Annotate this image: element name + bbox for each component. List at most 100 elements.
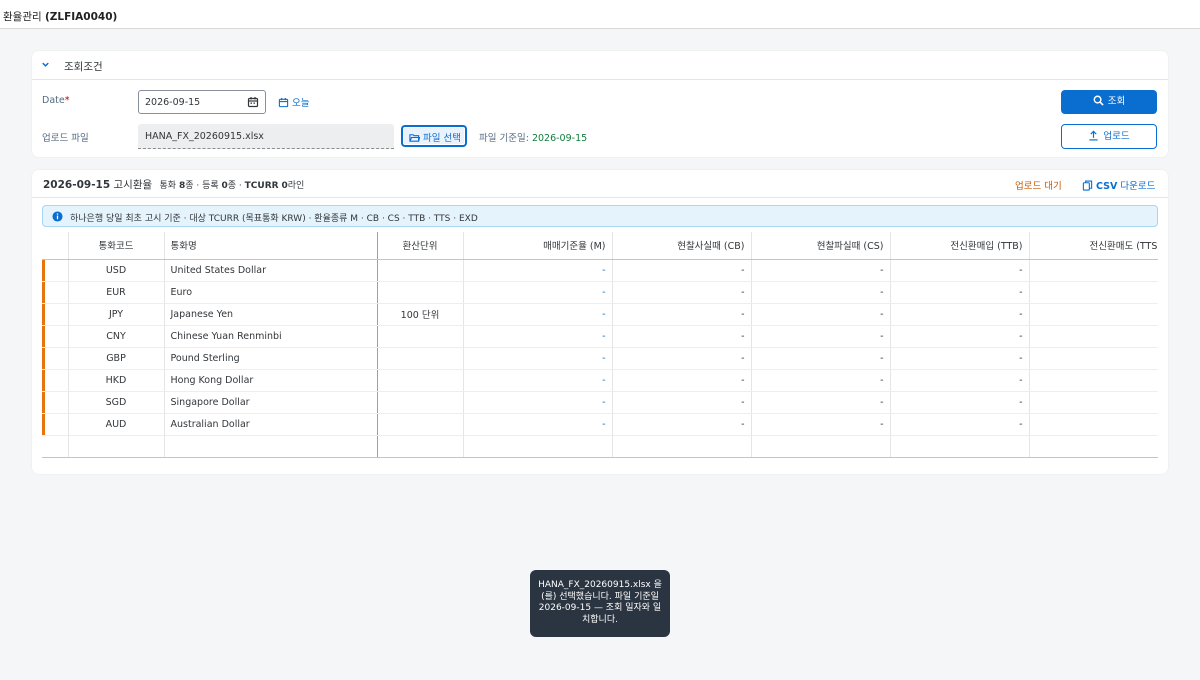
cell-code: AUD xyxy=(68,413,165,436)
date-field[interactable]: 2026-09-15 xyxy=(138,90,266,114)
cell-tts xyxy=(1029,369,1158,392)
cell-cs: - xyxy=(751,259,891,282)
criteria-panel: 조회조건 Date* 2026-09-15 오늘 업로드 파일 HANA_FX_… xyxy=(32,51,1168,157)
cell-code: JPY xyxy=(68,303,165,326)
row-marker[interactable] xyxy=(42,281,69,304)
cell-cs: - xyxy=(751,413,891,436)
cell-m: - xyxy=(463,281,613,304)
cell-name: Japanese Yen xyxy=(164,303,378,326)
cell-tts xyxy=(1029,303,1158,326)
cell-code: CNY xyxy=(68,325,165,348)
app-title: 환율관리 (ZLFIA0040) xyxy=(3,11,118,23)
table-row[interactable]: HKD Hong Kong Dollar - - - - xyxy=(42,369,1158,392)
table-row[interactable]: JPY Japanese Yen 100 단위 - - - - xyxy=(42,303,1158,326)
cell-cs: - xyxy=(751,303,891,326)
criteria-panel-header[interactable]: 조회조건 xyxy=(32,51,1168,80)
divider xyxy=(32,197,1168,198)
upload-status: 업로드 대기 xyxy=(1015,181,1062,192)
folder-open-icon xyxy=(409,134,421,142)
cell-tts xyxy=(1029,413,1158,436)
row-marker[interactable] xyxy=(42,259,69,282)
upload-file-field[interactable]: HANA_FX_20260915.xlsx xyxy=(138,124,394,149)
column-header[interactable]: 매매기준율 (M) xyxy=(463,232,613,260)
criteria-title: 조회조건 xyxy=(64,61,103,73)
info-strip: 하나은행 당일 최초 고시 기준 · 대상 TCURR (목표통화 KRW) ·… xyxy=(42,205,1158,227)
calendar-icon[interactable] xyxy=(247,96,259,108)
table-row[interactable]: GBP Pound Sterling - - - - xyxy=(42,347,1158,370)
date-value: 2026-09-15 xyxy=(145,97,201,108)
cell-name: Australian Dollar xyxy=(164,413,378,436)
column-header[interactable]: 통화명 xyxy=(164,232,378,260)
cell-cb: - xyxy=(612,281,752,304)
table-row[interactable]: USD United States Dollar - - - - xyxy=(42,259,1158,282)
date-label: Date* xyxy=(42,95,70,106)
cell-ttb: - xyxy=(890,413,1030,436)
cell-name: United States Dollar xyxy=(164,259,378,282)
cell-ttb: - xyxy=(890,281,1030,304)
rates-grid: 통화코드 통화명 환산단위 매매기준율 (M) 현찰사실때 (CB) 현찰파실때… xyxy=(42,232,1158,458)
cell-code: EUR xyxy=(68,281,165,304)
cell-code: GBP xyxy=(68,347,165,370)
cell-code: USD xyxy=(68,259,165,282)
table-row-empty xyxy=(42,435,1158,458)
empty-cell xyxy=(42,435,69,458)
cell-m: - xyxy=(463,303,613,326)
cell-name: Chinese Yuan Renminbi xyxy=(164,325,378,348)
table-summary: 통화 8종 · 등록 0종 · TCURR 0라인 xyxy=(159,181,305,191)
cell-code: HKD xyxy=(68,369,165,392)
column-header[interactable]: 전신환매도 (TTS xyxy=(1029,232,1158,260)
column-header[interactable]: 현찰사실때 (CB) xyxy=(612,232,752,260)
grid-header-row: 통화코드 통화명 환산단위 매매기준율 (M) 현찰사실때 (CB) 현찰파실때… xyxy=(42,232,1158,260)
row-marker[interactable] xyxy=(42,325,69,348)
row-selector-header[interactable] xyxy=(42,232,69,260)
empty-cell xyxy=(890,435,1030,458)
column-header[interactable]: 환산단위 xyxy=(377,232,464,260)
cell-ttb: - xyxy=(890,259,1030,282)
column-header[interactable]: 전신환매입 (TTB) xyxy=(890,232,1030,260)
chevron-down-icon[interactable] xyxy=(40,59,51,70)
file-select-button[interactable]: 파일 선택 xyxy=(401,125,467,147)
cell-tts xyxy=(1029,347,1158,370)
row-status-bar xyxy=(42,281,45,303)
cell-ttb: - xyxy=(890,325,1030,348)
row-marker[interactable] xyxy=(42,413,69,436)
file-name-value: HANA_FX_20260915.xlsx xyxy=(145,131,264,142)
cell-ttb: - xyxy=(890,303,1030,326)
cell-tts xyxy=(1029,391,1158,414)
cell-name: Euro xyxy=(164,281,378,304)
cell-code: SGD xyxy=(68,391,165,414)
row-marker[interactable] xyxy=(42,303,69,326)
row-marker[interactable] xyxy=(42,347,69,370)
cell-cb: - xyxy=(612,413,752,436)
table-row[interactable]: EUR Euro - - - - xyxy=(42,281,1158,304)
row-status-bar xyxy=(42,391,45,413)
row-marker[interactable] xyxy=(42,369,69,392)
info-icon xyxy=(52,211,63,222)
cell-name: Hong Kong Dollar xyxy=(164,369,378,392)
column-header[interactable]: 통화코드 xyxy=(68,232,165,260)
today-label: 오늘 xyxy=(292,98,310,109)
today-link[interactable]: 오늘 xyxy=(278,95,309,109)
cell-cs: - xyxy=(751,325,891,348)
column-header[interactable]: 현찰파실때 (CS) xyxy=(751,232,891,260)
csv-download-link[interactable]: CSV 다운로드 xyxy=(1082,178,1155,192)
cell-cs: - xyxy=(751,347,891,370)
cell-m: - xyxy=(463,391,613,414)
upload-button[interactable]: 업로드 xyxy=(1061,124,1157,149)
cell-m: - xyxy=(463,325,613,348)
file-base-date-value: 2026-09-15 xyxy=(531,133,588,144)
calendar-icon xyxy=(278,97,289,108)
cell-cb: - xyxy=(612,391,752,414)
cell-m: - xyxy=(463,413,613,436)
cell-m: - xyxy=(463,259,613,282)
table-row[interactable]: AUD Australian Dollar - - - - xyxy=(42,413,1158,436)
empty-cell xyxy=(377,435,464,458)
row-marker[interactable] xyxy=(42,391,69,414)
cell-cb: - xyxy=(612,347,752,370)
search-button[interactable]: 조회 xyxy=(1061,90,1157,114)
cell-tts xyxy=(1029,259,1158,282)
table-row[interactable]: SGD Singapore Dollar - - - - xyxy=(42,391,1158,414)
table-row[interactable]: CNY Chinese Yuan Renminbi - - - - xyxy=(42,325,1158,348)
info-text: 하나은행 당일 최초 고시 기준 · 대상 TCURR (목표통화 KRW) ·… xyxy=(70,214,478,224)
empty-cell xyxy=(463,435,613,458)
